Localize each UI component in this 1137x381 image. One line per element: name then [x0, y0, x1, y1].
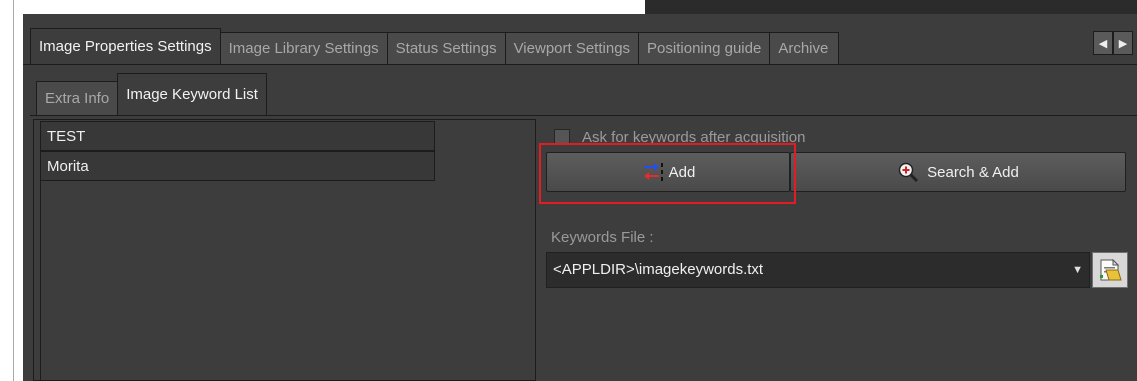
- window-border: [13, 0, 14, 381]
- search-add-label: Search & Add: [927, 163, 1019, 181]
- browse-file-icon: [1100, 258, 1122, 281]
- tab-extra-info[interactable]: Extra Info: [36, 81, 119, 115]
- tab-image-properties-settings[interactable]: Image Properties Settings: [30, 28, 221, 64]
- list-item[interactable]: Morita: [40, 151, 435, 181]
- keywords-file-select[interactable]: <APPLDIR>\imagekeywords.txt ▼: [546, 252, 1090, 288]
- tab-scroll-buttons: ◀ ▶: [1093, 31, 1133, 55]
- list-item[interactable]: TEST: [40, 121, 435, 151]
- tab-status-settings[interactable]: Status Settings: [386, 32, 506, 64]
- search-add-button[interactable]: Search & Add: [790, 152, 1126, 192]
- add-keyword-icon: [643, 163, 663, 181]
- add-button[interactable]: Add: [546, 152, 790, 192]
- keywords-file-label: Keywords File :: [551, 229, 654, 246]
- tab-viewport-settings[interactable]: Viewport Settings: [504, 32, 640, 64]
- tab-scroll-right-button[interactable]: ▶: [1113, 31, 1133, 55]
- ask-keywords-label: Ask for keywords after acquisition: [582, 128, 806, 146]
- add-button-label: Add: [668, 163, 696, 181]
- tab-image-keyword-list[interactable]: Image Keyword List: [117, 73, 267, 115]
- tab-positioning-guide[interactable]: Positioning guide: [638, 32, 771, 64]
- ask-keywords-option: Ask for keywords after acquisition: [554, 126, 805, 148]
- title-strip: [645, 0, 1137, 14]
- sub-tab-divider: [30, 115, 1137, 116]
- tab-divider: [23, 64, 1137, 65]
- sub-tab-strip: Extra Info Image Keyword List: [36, 73, 267, 115]
- tab-image-library-settings[interactable]: Image Library Settings: [219, 32, 388, 64]
- magnifier-plus-icon: [898, 162, 919, 183]
- triangle-left-icon: ◀: [1098, 37, 1108, 50]
- tab-archive[interactable]: Archive: [769, 32, 840, 64]
- tab-scroll-left-button[interactable]: ◀: [1093, 31, 1113, 55]
- main-tab-strip: Image Properties Settings Image Library …: [30, 28, 840, 64]
- chevron-down-icon[interactable]: ▼: [1072, 253, 1083, 287]
- keywords-file-value: <APPLDIR>\imagekeywords.txt: [553, 261, 764, 278]
- ask-keywords-checkbox[interactable]: [554, 129, 570, 145]
- triangle-right-icon: ▶: [1118, 37, 1128, 50]
- browse-file-button[interactable]: [1092, 252, 1128, 288]
